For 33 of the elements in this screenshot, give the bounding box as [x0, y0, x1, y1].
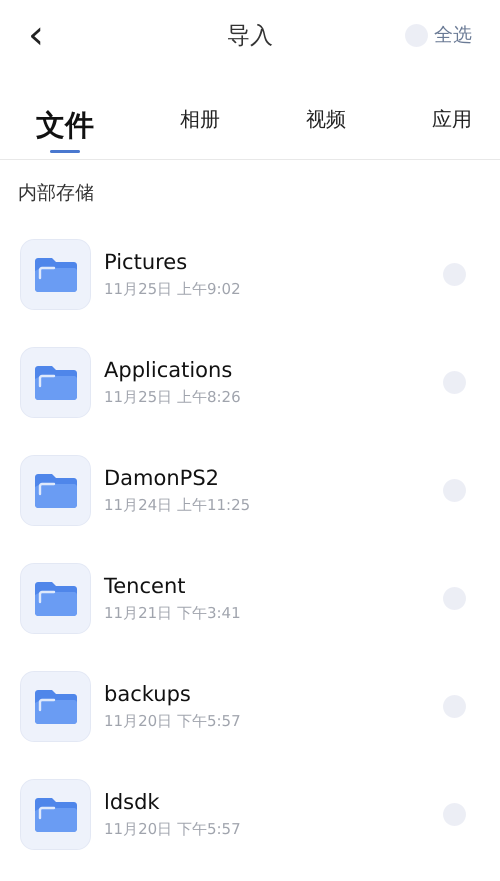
tab[interactable]: 应用 — [432, 106, 472, 159]
modified-date: 11月20日 下午5:57 — [104, 712, 242, 730]
folder-icon — [34, 364, 78, 400]
modified-date: 11月21日 下午3:41 — [104, 604, 242, 622]
folder-tile[interactable] — [20, 346, 91, 418]
modified-date: 11月25日 上午8:26 — [104, 388, 242, 406]
folder-icon — [34, 472, 78, 508]
select-all-label: 全选 — [434, 23, 472, 48]
folder-tile[interactable] — [20, 562, 91, 634]
folder-tile[interactable] — [20, 778, 91, 850]
select-all-toggle[interactable]: 全选 — [405, 22, 472, 48]
folder-tile[interactable] — [20, 454, 91, 526]
tab[interactable]: 文件 — [36, 106, 94, 159]
folder-name: backups — [104, 682, 192, 706]
folder-name: ldsdk — [104, 790, 161, 814]
modified-date: 11月20日 下午5:57 — [104, 820, 242, 838]
folder-name: Applications — [104, 358, 234, 382]
folder-icon — [34, 580, 78, 616]
back-button[interactable]: ‹ — [22, 15, 50, 55]
folder-tile[interactable] — [20, 238, 91, 310]
section-heading: 内部存储 — [17, 181, 95, 206]
folder-name: DamonPS2 — [104, 466, 220, 490]
folder-icon — [34, 688, 78, 724]
folder-tile[interactable] — [20, 670, 91, 742]
tab[interactable]: 相册 — [180, 106, 220, 159]
folder-icon — [34, 256, 78, 292]
tab[interactable]: 视频 — [306, 106, 346, 159]
modified-date: 11月25日 上午9:02 — [104, 280, 242, 298]
folder-name: Pictures — [104, 250, 188, 274]
page-title: 导入 — [227, 22, 273, 50]
folder-name: Tencent — [104, 574, 186, 598]
modified-date: 11月24日 上午11:25 — [104, 496, 252, 514]
folder-icon — [34, 796, 78, 832]
